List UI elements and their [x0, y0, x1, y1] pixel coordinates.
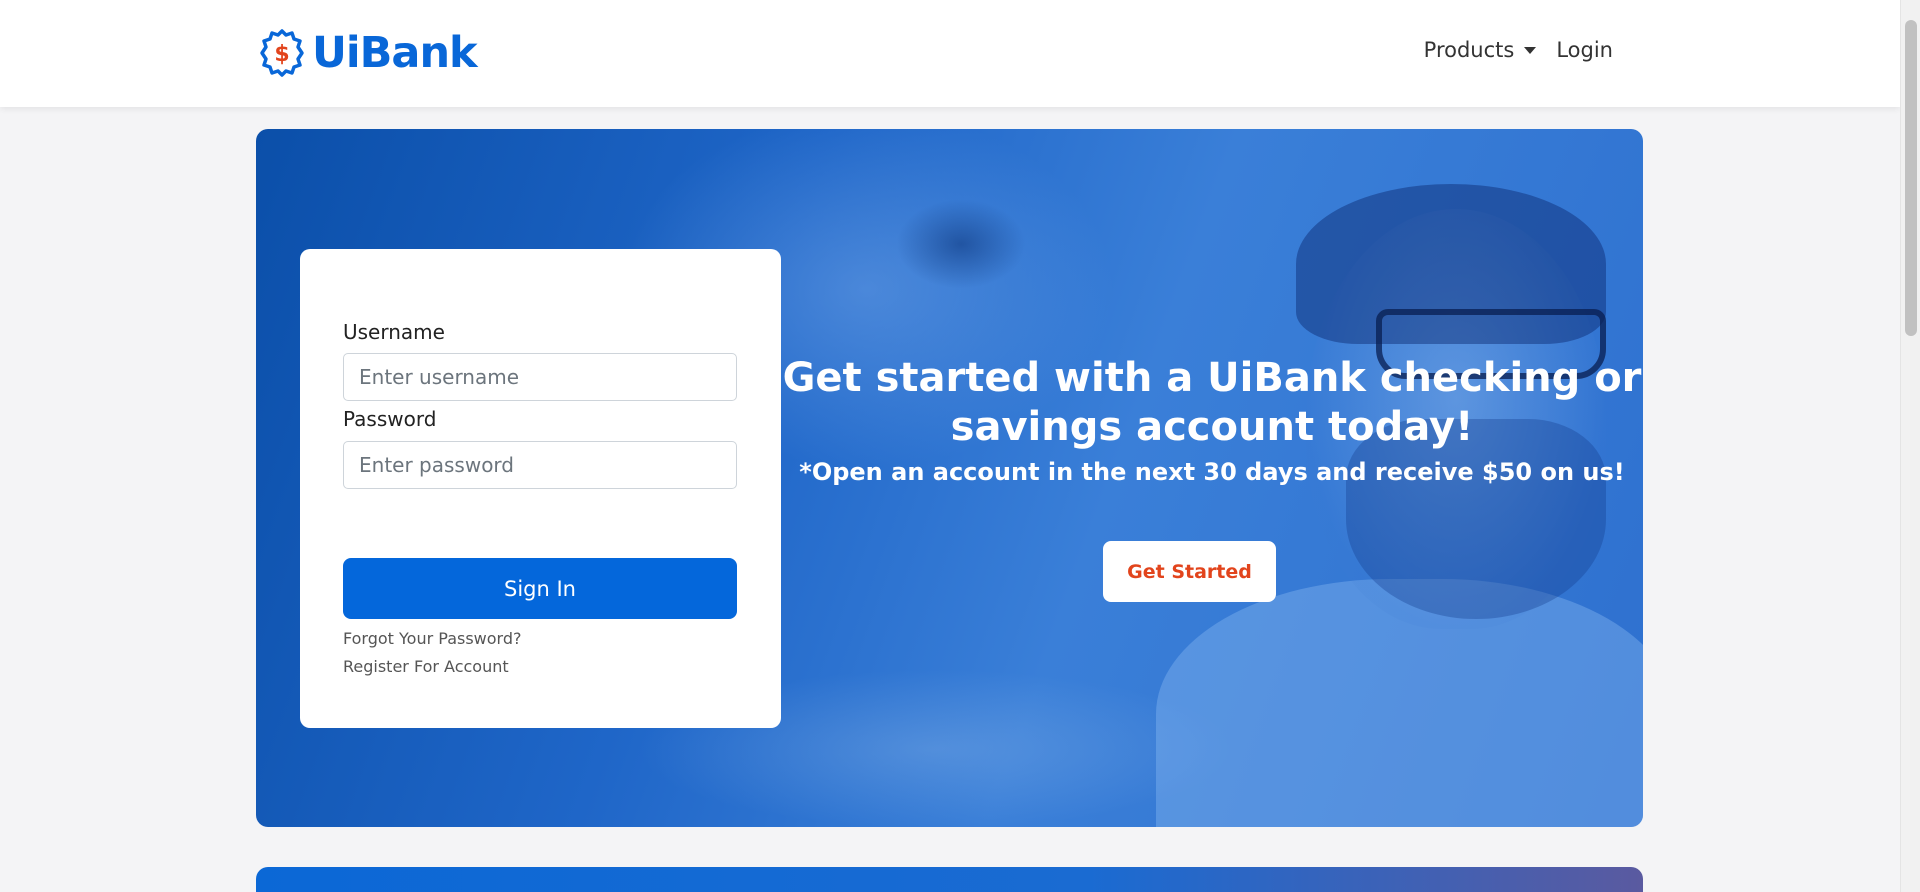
register-account-link[interactable]: Register For Account [343, 657, 509, 676]
secondary-banner [256, 867, 1643, 892]
nav-products-label: Products [1423, 38, 1515, 62]
hero-text-block: Get started with a UiBank checking or sa… [781, 354, 1643, 486]
main-nav: Products Login [1424, 38, 1613, 62]
brand-name: UiBank [312, 28, 478, 78]
nav-login-label: Login [1556, 38, 1613, 62]
nav-products-dropdown[interactable]: Products [1424, 38, 1537, 62]
hero-subtitle: *Open an account in the next 30 days and… [799, 458, 1625, 486]
page-scrollbar[interactable] [1900, 0, 1920, 892]
login-card: Username Password Sign In Forgot Your Pa… [300, 249, 781, 728]
forgot-password-link[interactable]: Forgot Your Password? [343, 629, 522, 648]
get-started-button[interactable]: Get Started [1103, 541, 1276, 602]
hero-background-blur [896, 199, 1026, 289]
brand-logo[interactable]: $ UiBank [256, 26, 478, 80]
password-label: Password [343, 407, 437, 431]
hero-title: Get started with a UiBank checking or sa… [782, 355, 1642, 450]
password-input[interactable] [343, 441, 737, 489]
top-navbar: $ UiBank Products Login [0, 0, 1900, 107]
hero-banner: Username Password Sign In Forgot Your Pa… [256, 129, 1643, 827]
caret-down-icon [1524, 46, 1537, 54]
svg-text:$: $ [274, 42, 289, 67]
nav-login-link[interactable]: Login [1556, 38, 1613, 62]
sign-in-button[interactable]: Sign In [343, 558, 737, 619]
username-input[interactable] [343, 353, 737, 401]
username-label: Username [343, 320, 445, 344]
scrollbar-thumb[interactable] [1905, 20, 1917, 336]
dollar-badge-icon: $ [260, 29, 304, 77]
